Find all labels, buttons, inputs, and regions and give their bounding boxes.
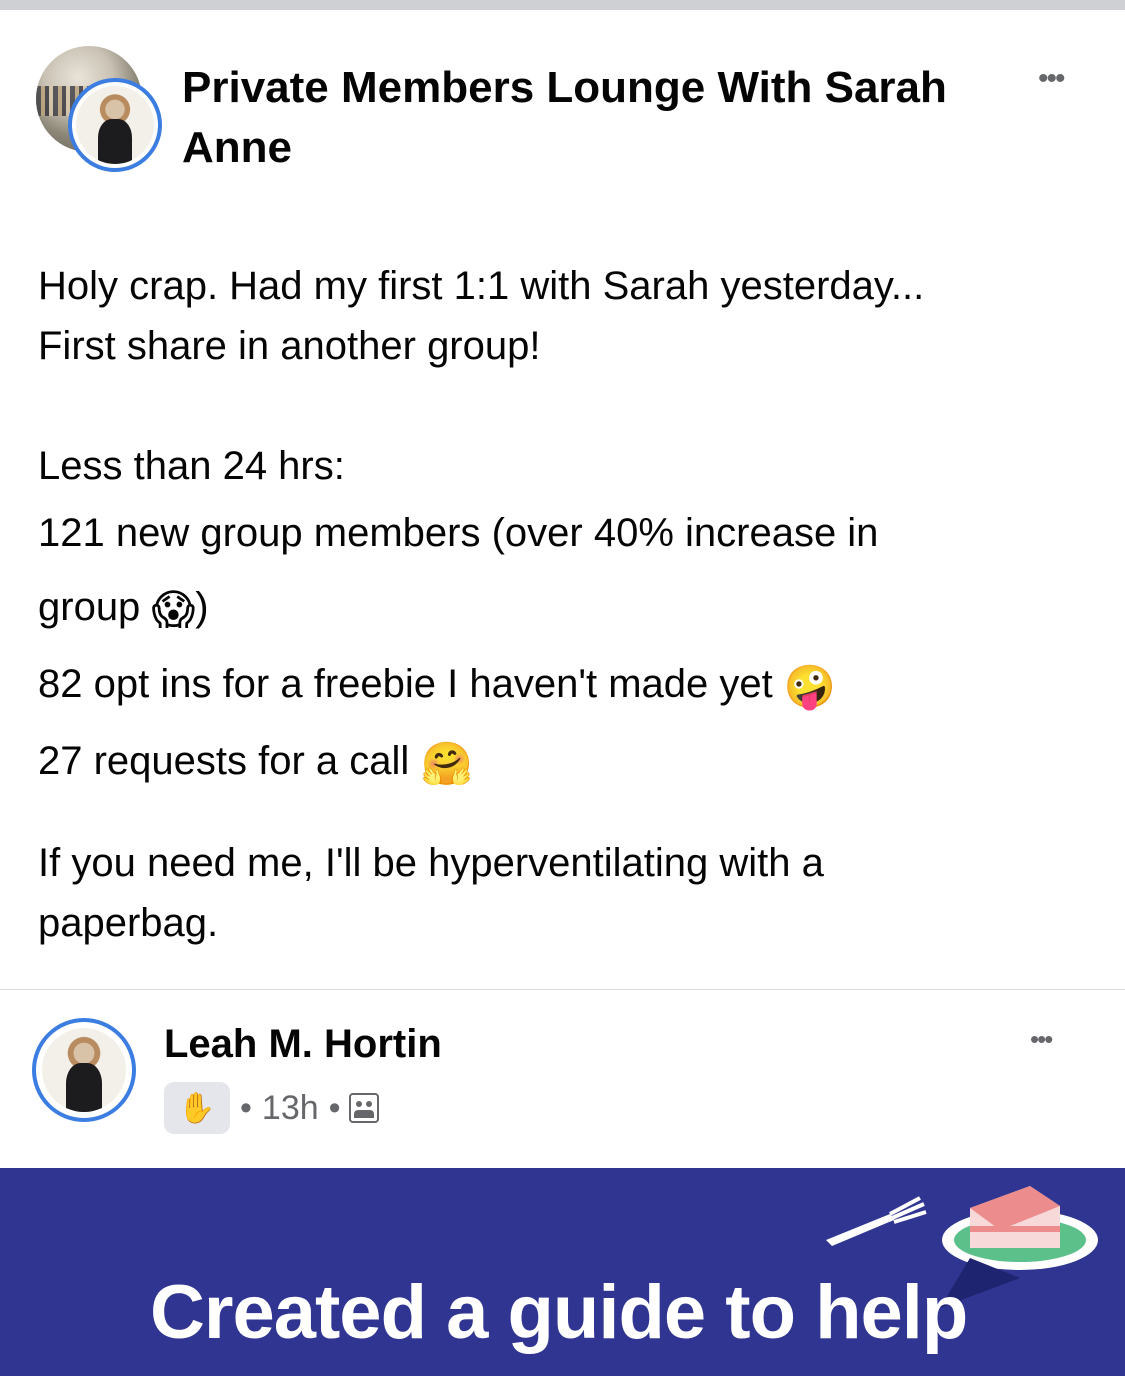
post-line: 121 new group members (over 40% increase… <box>38 511 879 555</box>
post-text-segment: group <box>38 585 141 629</box>
post-text-segment: 27 requests for a call <box>38 739 410 783</box>
group-name[interactable]: Private Members Lounge With Sarah Anne <box>182 58 982 178</box>
shared-image-banner[interactable]: Created a guide to help <box>0 1168 1125 1376</box>
divider <box>0 989 1125 990</box>
post-line-with-emoji: 82 opt ins for a freebie I haven't made … <box>38 647 1098 724</box>
shared-author-avatar[interactable] <box>32 1018 136 1122</box>
scream-emoji-icon: 😱 <box>151 585 196 634</box>
zany-face-emoji-icon: 🤪 <box>783 662 837 711</box>
post-text-segment: 82 opt ins for a freebie I haven't made … <box>38 662 773 706</box>
poster-photo <box>76 86 154 164</box>
meta-separator: • <box>328 1088 341 1127</box>
poster-avatar[interactable] <box>68 78 162 172</box>
meta-separator: • <box>240 1088 252 1127</box>
post-line: If you need me, I'll be hyperventilating… <box>38 841 824 885</box>
post-line: First share in another group! <box>38 324 541 368</box>
post-timestamp[interactable]: 13h <box>262 1089 319 1128</box>
group-avatar[interactable] <box>36 46 164 174</box>
hugging-face-emoji-icon: 🤗 <box>420 739 473 788</box>
shared-author-photo <box>42 1028 126 1112</box>
post-line: Holy crap. Had my first 1:1 with Sarah y… <box>38 264 925 308</box>
post-line-with-emoji: 27 requests for a call 🤗 <box>38 724 1098 801</box>
shared-more-options-icon[interactable]: ••• <box>1030 1024 1053 1055</box>
shared-author-name[interactable]: Leah M. Hortin <box>164 1018 442 1070</box>
post-text: Holy crap. Had my first 1:1 with Sarah y… <box>38 256 1098 953</box>
banner-headline: Created a guide to help <box>150 1270 968 1355</box>
post-line: paperbag. <box>38 901 219 945</box>
post-line: Less than 24 hrs: <box>38 444 345 488</box>
top-scroll-bar <box>0 0 1125 10</box>
more-options-icon[interactable]: ••• <box>1038 62 1065 96</box>
group-privacy-icon <box>348 1093 379 1123</box>
post-line-with-emoji: group 😱) <box>38 570 1098 647</box>
shared-post-meta: ✋ • 13h • <box>164 1082 379 1134</box>
post-text-segment: ) <box>195 585 209 629</box>
wave-badge-icon[interactable]: ✋ <box>164 1082 230 1134</box>
